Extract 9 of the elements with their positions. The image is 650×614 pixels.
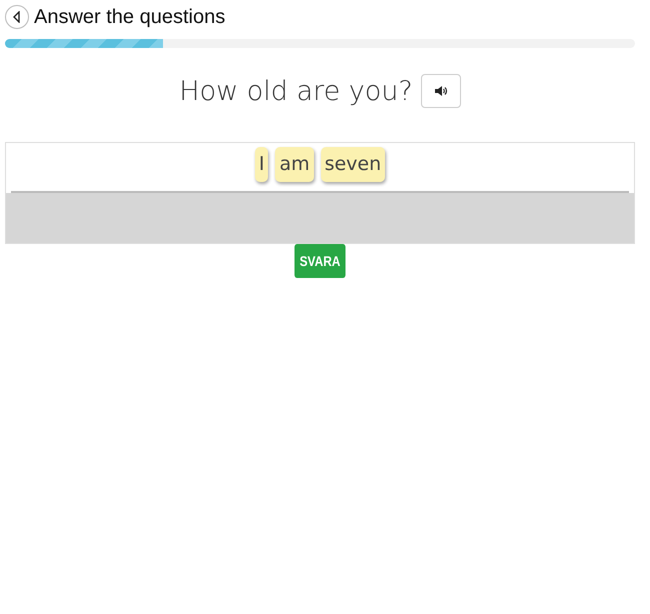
back-icon <box>12 11 22 23</box>
question-text: How old are you? <box>179 76 413 106</box>
back-button[interactable] <box>5 5 29 29</box>
word-tile[interactable]: am <box>275 147 314 182</box>
word-tile[interactable]: I <box>254 147 268 182</box>
speaker-icon <box>434 86 447 96</box>
audio-button[interactable] <box>420 74 461 108</box>
word-tile[interactable]: seven <box>320 147 386 182</box>
page-title: Answer the questions <box>34 6 226 28</box>
